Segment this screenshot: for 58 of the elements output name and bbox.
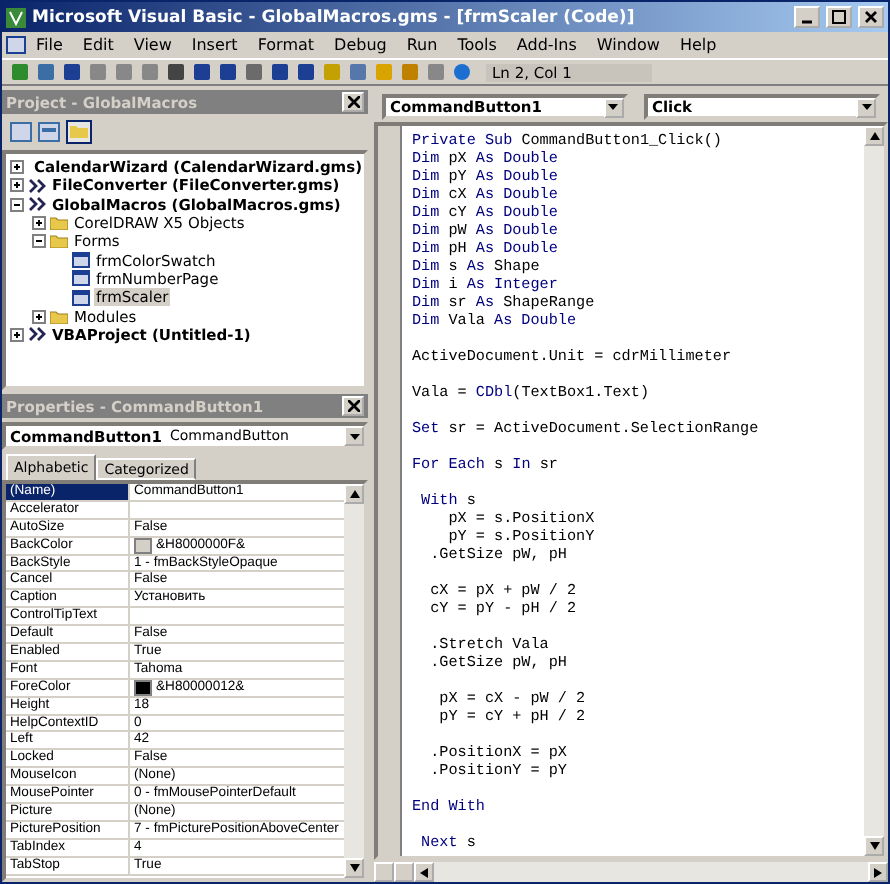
dropdown-button[interactable] [603,97,624,117]
close-icon [347,96,359,108]
menu-item[interactable]: Insert [181,36,248,54]
horizontal-scrollbar[interactable] [374,860,888,882]
expand-icon[interactable] [32,309,46,324]
folder-icon [50,309,68,324]
menu-item[interactable]: Format [247,36,325,54]
menu-item[interactable]: Run [396,36,448,54]
scrollbar[interactable] [344,484,364,878]
close-button[interactable] [858,6,884,28]
project-icon [28,196,46,213]
arrow-icon [349,490,359,498]
close-button[interactable] [342,92,364,112]
arrow-icon [869,842,879,850]
folder-icon[interactable] [66,120,92,144]
maximize-icon [832,10,846,24]
view-code-icon[interactable] [10,122,32,142]
collapse-icon[interactable] [32,234,46,249]
maximize-button[interactable] [826,6,852,28]
scroll-up-button[interactable] [864,126,884,146]
menu-item[interactable]: Add-Ins [506,36,587,54]
arrow-icon [874,867,882,877]
window-title: Microsoft Visual Basic - GlobalMacros.gms - [frmScaler (Code)] [32,7,637,27]
dropdown-button[interactable] [856,97,876,117]
expand-icon[interactable] [10,160,24,175]
close-icon [864,10,878,24]
menu-item[interactable]: Edit [72,36,124,54]
dropdown-arrow-icon [608,104,619,110]
expand-icon[interactable] [32,216,46,231]
close-button[interactable] [342,396,364,416]
menu-item[interactable]: Tools [447,36,507,54]
dropdown-button[interactable] [344,426,364,446]
menu-item[interactable]: Help [669,36,727,54]
menu-item[interactable]: View [123,36,182,54]
expand-icon[interactable] [10,327,24,342]
dropdown-arrow-icon [349,433,359,439]
scroll-up-button[interactable] [344,484,364,504]
app-icon [6,7,26,27]
arrow-icon [420,867,428,877]
view-object-icon[interactable] [38,122,60,142]
minimize-button[interactable] [794,6,820,28]
scroll-down-button[interactable] [864,836,884,856]
project-icon [28,326,46,343]
expand-icon[interactable] [10,178,24,193]
arrow-icon [349,864,359,872]
menu-item[interactable]: Window [586,36,670,54]
scroll-right-button[interactable] [868,862,888,882]
menu-item[interactable]: File [26,36,73,54]
close-icon [347,400,359,412]
menu-item[interactable]: Debug [324,36,397,54]
dropdown-arrow-icon [861,104,871,110]
collapse-icon[interactable] [10,197,24,212]
document-icon[interactable] [6,36,26,54]
project-icon [28,177,46,194]
arrow-icon [869,132,879,140]
scroll-left-button[interactable] [414,862,434,882]
scroll-down-button[interactable] [344,858,364,878]
scrollbar[interactable] [864,126,884,856]
